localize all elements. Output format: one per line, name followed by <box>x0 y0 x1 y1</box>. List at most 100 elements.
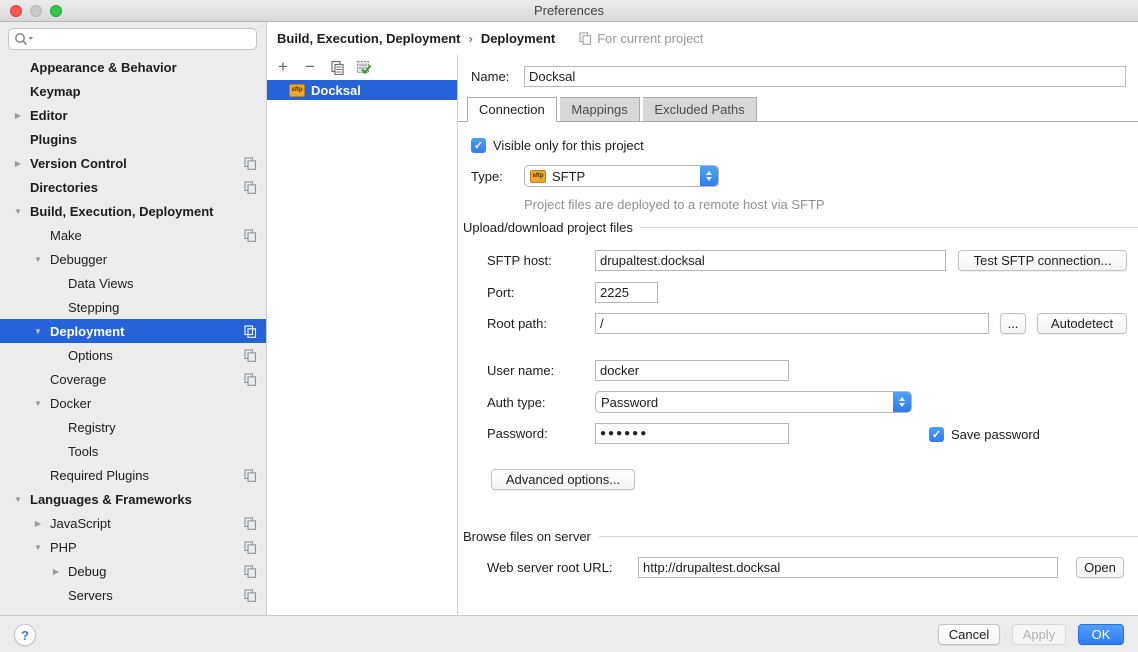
use-as-default-icon[interactable] <box>355 58 373 76</box>
sidebar-item-label: PHP <box>50 540 77 555</box>
per-project-pages-icon <box>244 541 257 554</box>
type-value: SFTP <box>552 169 585 184</box>
apply-button[interactable]: Apply <box>1012 624 1066 645</box>
save-password-checkbox[interactable]: ✓ <box>929 427 944 442</box>
web-root-input[interactable] <box>638 557 1058 578</box>
sidebar-item-required-plugins[interactable]: ▶Required Plugins <box>0 463 266 487</box>
user-name-input[interactable] <box>595 360 789 381</box>
sidebar-item-appearance-behavior[interactable]: ▶Appearance & Behavior <box>0 55 266 79</box>
per-project-pages-icon <box>244 181 257 194</box>
sidebar-item-label: Registry <box>68 420 116 435</box>
sidebar-item-servers[interactable]: ▶Servers <box>0 583 266 607</box>
breadcrumb-page: Deployment <box>481 31 555 46</box>
sidebar-item-build-execution-deployment[interactable]: ▼Build, Execution, Deployment <box>0 199 266 223</box>
expand-arrow-icon[interactable]: ▶ <box>32 519 44 528</box>
sidebar-item-label: Data Views <box>68 276 134 291</box>
per-project-pages-icon <box>244 229 257 242</box>
save-password-row: ✓ Save password <box>929 426 1040 442</box>
advanced-options-button[interactable]: Advanced options... <box>491 469 635 490</box>
help-button[interactable]: ? <box>14 624 36 646</box>
open-url-button[interactable]: Open <box>1076 557 1124 578</box>
collapse-arrow-icon[interactable]: ▼ <box>12 495 24 504</box>
name-input[interactable] <box>524 66 1126 87</box>
sidebar-item-label: Stepping <box>68 300 119 315</box>
remove-icon[interactable]: − <box>301 58 319 76</box>
sftp-host-input[interactable] <box>595 250 946 271</box>
server-list-toolbar: + − <box>267 55 457 79</box>
collapse-arrow-icon[interactable]: ▼ <box>32 327 44 336</box>
sidebar-item-docker[interactable]: ▼Docker <box>0 391 266 415</box>
add-icon[interactable]: + <box>274 58 292 76</box>
type-label: Type: <box>471 169 503 184</box>
expand-arrow-icon[interactable]: ▶ <box>50 567 62 576</box>
copy-icon[interactable] <box>328 58 346 76</box>
collapse-arrow-icon[interactable]: ▼ <box>12 207 24 216</box>
test-sftp-connection-button[interactable]: Test SFTP connection... <box>958 250 1127 271</box>
root-path-input[interactable] <box>595 313 989 334</box>
password-input[interactable] <box>595 423 789 444</box>
search-icon <box>14 32 36 46</box>
sidebar-item-registry[interactable]: ▶Registry <box>0 415 266 439</box>
tab-connection[interactable]: Connection <box>467 97 557 122</box>
sidebar-item-stepping[interactable]: ▶Stepping <box>0 295 266 319</box>
sidebar-item-tools[interactable]: ▶Tools <box>0 439 266 463</box>
tab-bar: Connection Mappings Excluded Paths <box>458 97 1138 122</box>
sidebar-item-debug[interactable]: ▶ Debug <box>0 559 266 583</box>
expand-arrow-icon[interactable]: ▶ <box>12 111 24 120</box>
collapse-arrow-icon[interactable]: ▼ <box>32 543 44 552</box>
visible-project-checkbox[interactable]: ✓ <box>471 138 486 153</box>
settings-search-input[interactable] <box>8 28 257 50</box>
section-divider <box>641 227 1138 228</box>
sftp-host-label: SFTP host: <box>487 250 552 271</box>
visible-project-label: Visible only for this project <box>493 138 644 153</box>
breadcrumb-section[interactable]: Build, Execution, Deployment <box>277 31 460 46</box>
ok-button[interactable]: OK <box>1078 624 1124 645</box>
sidebar-item-label: Debug <box>68 564 106 579</box>
type-dropdown[interactable]: sftp SFTP <box>524 165 719 187</box>
sidebar-item-label: JavaScript <box>50 516 111 531</box>
sidebar-item-javascript[interactable]: ▶ JavaScript <box>0 511 266 535</box>
per-project-pages-icon <box>244 157 257 170</box>
name-label: Name: <box>471 69 509 84</box>
sidebar-item-editor[interactable]: ▶Editor <box>0 103 266 127</box>
sidebar-item-make[interactable]: ▶Make <box>0 223 266 247</box>
sidebar-item-debugger[interactable]: ▼Debugger <box>0 247 266 271</box>
auth-type-dropdown[interactable]: Password <box>595 391 912 413</box>
per-project-pages-icon <box>244 589 257 602</box>
deployment-form: Name: Connection Mappings Excluded Paths… <box>457 55 1138 615</box>
per-project-pages-icon <box>244 517 257 530</box>
sidebar-item-coverage[interactable]: ▶Coverage <box>0 367 266 391</box>
sidebar-item-directories[interactable]: ▶Directories <box>0 175 266 199</box>
collapse-arrow-icon[interactable]: ▼ <box>32 399 44 408</box>
sidebar-item-label: Languages & Frameworks <box>30 492 192 507</box>
tab-excluded-paths[interactable]: Excluded Paths <box>643 97 756 122</box>
sidebar-item-keymap[interactable]: ▶Keymap <box>0 79 266 103</box>
sidebar-item-label: Make <box>50 228 82 243</box>
sftp-file-icon: sftp <box>289 84 305 97</box>
preferences-window: Preferences ▶Appearance & Behavior▶Keyma… <box>0 0 1138 652</box>
cancel-button[interactable]: Cancel <box>938 624 1000 645</box>
sidebar-item-data-views[interactable]: ▶Data Views <box>0 271 266 295</box>
sidebar-item-label: Tools <box>68 444 98 459</box>
browse-root-path-button[interactable]: ... <box>1000 313 1026 334</box>
browse-section-label: Browse files on server <box>463 529 591 544</box>
server-list-item-docksal[interactable]: sftp Docksal <box>267 80 457 100</box>
sidebar-item-version-control[interactable]: ▶Version Control <box>0 151 266 175</box>
auth-type-value: Password <box>601 395 658 410</box>
upload-section-header: Upload/download project files <box>463 220 1138 235</box>
type-label-wrap: Type: <box>471 165 503 187</box>
tab-mappings[interactable]: Mappings <box>560 97 639 122</box>
server-list-pane: + − sftp <box>267 55 457 615</box>
collapse-arrow-icon[interactable]: ▼ <box>32 255 44 264</box>
autodetect-button[interactable]: Autodetect <box>1037 313 1127 334</box>
sidebar-item-options[interactable]: ▶Options <box>0 343 266 367</box>
dropdown-stepper-icon <box>700 166 718 186</box>
sidebar-item-plugins[interactable]: ▶Plugins <box>0 127 266 151</box>
port-input[interactable] <box>595 282 658 303</box>
expand-arrow-icon[interactable]: ▶ <box>12 159 24 168</box>
sidebar-item-php[interactable]: ▼ PHP <box>0 535 266 559</box>
sidebar-item-label: Appearance & Behavior <box>30 60 177 75</box>
sidebar-item-deployment[interactable]: ▼Deployment <box>0 319 266 343</box>
per-project-pages-icon <box>244 565 257 578</box>
sidebar-item-languages-frameworks[interactable]: ▼ Languages & Frameworks <box>0 487 266 511</box>
